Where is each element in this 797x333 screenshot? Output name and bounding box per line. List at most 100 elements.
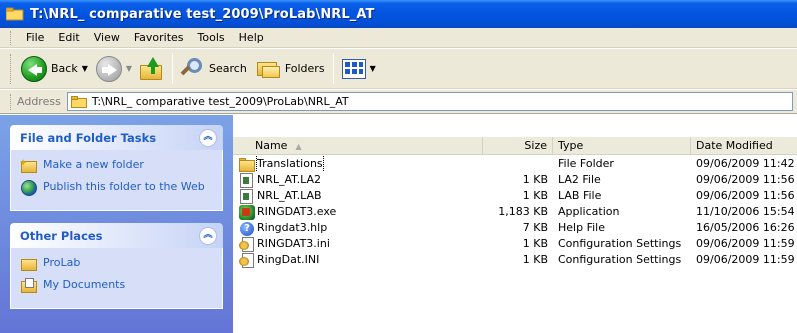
document-icon [239,172,255,188]
file-date: 11/10/2006 15:54 [696,205,795,218]
collapse-chevron-icon[interactable]: ︽ [199,128,217,147]
back-dropdown-icon[interactable]: ▼ [82,64,88,73]
views-icon [341,58,366,79]
collapse-chevron-icon[interactable]: ︽ [199,226,217,245]
file-type: Configuration Settings [558,253,682,266]
file-folder-tasks-title: File and Folder Tasks [20,130,157,145]
address-label: Address [17,95,61,108]
folders-button[interactable]: Folders [251,53,329,85]
file-row[interactable]: ? Ringdat3.hlp 7 KB Help File 16/05/2006 … [233,220,797,236]
toolbar-separator [332,53,334,84]
forward-arrow-icon [95,55,122,82]
file-row[interactable]: RINGDAT3.ini 1 KB Configuration Settings… [233,236,797,252]
task-label: Make a new folder [43,158,144,171]
folder-icon [5,7,24,21]
title-bar[interactable]: T:\NRL_ comparative test_2009\ProLab\NRL… [0,0,797,28]
config-settings-icon [239,252,255,268]
column-header-type[interactable]: Type [553,137,691,155]
menu-bar: File Edit View Favorites Tools Help [0,28,797,48]
file-date: 09/06/2009 11:56 [696,173,795,186]
file-rows: Translations File Folder 09/06/2009 11:4… [233,156,797,268]
task-publish-to-web[interactable]: Publish this folder to the Web [21,180,212,196]
views-dropdown-icon[interactable]: ▼ [370,64,376,73]
file-name: RINGDAT3.ini [257,237,330,250]
column-header-date-modified[interactable]: Date Modified [691,137,797,155]
task-pane: File and Folder Tasks ︽ ✦ Make a new fol… [0,115,233,333]
file-size: 1,183 KB [498,205,548,218]
folders-label: Folders [284,62,325,75]
file-row[interactable]: RINGDAT3.exe 1,183 KB Application 11/10/… [233,204,797,220]
forward-button[interactable]: ▼ [92,53,136,85]
file-name: RingDat.INI [257,253,320,266]
file-row[interactable]: Translations File Folder 09/06/2009 11:4… [233,156,797,172]
new-folder-icon: ✦ [19,158,37,174]
file-name: NRL_AT.LAB [257,189,322,202]
menubar-grip[interactable] [10,30,13,45]
addressbar-grip[interactable] [10,93,13,110]
file-date: 09/06/2009 11:42 [696,157,795,170]
toolbar-grip[interactable] [10,53,13,84]
views-button[interactable]: ▼ [338,53,380,85]
file-folder-tasks-header[interactable]: File and Folder Tasks ︽ [10,125,223,150]
menu-help[interactable]: Help [232,29,271,47]
address-input[interactable]: T:\NRL_ comparative test_2009\ProLab\NRL… [66,92,793,111]
up-folder-icon [140,56,164,81]
file-type: LA2 File [558,173,601,186]
file-size: 1 KB [522,173,548,186]
file-date: 09/06/2009 11:56 [696,189,795,202]
menu-tools[interactable]: Tools [191,29,232,47]
file-size: 7 KB [522,221,548,234]
other-places-header[interactable]: Other Places ︽ [10,223,223,248]
other-places-panel: Other Places ︽ ProLab My Documents [10,223,223,309]
file-type: Application [558,205,620,218]
sort-ascending-icon: ▲ [295,142,302,151]
other-places-body: ProLab My Documents [10,248,223,309]
place-label: My Documents [43,278,126,291]
folder-icon [70,95,87,108]
file-name: Translations [256,156,324,172]
menu-file[interactable]: File [19,29,51,47]
search-button[interactable]: Search [177,53,251,85]
file-type: Help File [558,221,605,234]
place-prolab[interactable]: ProLab [21,256,212,272]
menu-edit[interactable]: Edit [51,29,86,47]
file-name: RINGDAT3.exe [257,205,337,218]
help-file-icon: ? [239,221,255,236]
column-name-label: Name [255,139,288,152]
file-row[interactable]: NRL_AT.LA2 1 KB LA2 File 09/06/2009 11:5… [233,172,797,188]
column-header-row: Name ▲ Size Type Date Modified [233,137,797,155]
my-documents-icon [21,278,37,294]
menu-view[interactable]: View [87,29,127,47]
file-date: 09/06/2009 11:59 [696,253,795,266]
folders-icon [255,58,281,80]
other-places-title: Other Places [20,228,103,243]
menu-favorites[interactable]: Favorites [127,29,191,47]
column-header-size[interactable]: Size [483,137,553,155]
config-settings-icon [239,236,255,252]
back-arrow-icon [21,55,47,82]
standard-toolbar: Back ▼ ▼ Search Folders ▼ [0,49,797,89]
application-icon [239,204,255,220]
address-path: T:\NRL_ comparative test_2009\ProLab\NRL… [91,95,349,108]
file-type: LAB File [558,189,602,202]
forward-dropdown-icon[interactable]: ▼ [126,64,132,73]
file-size: 1 KB [522,189,548,202]
file-name: NRL_AT.LA2 [257,173,321,186]
search-label: Search [209,62,247,75]
file-row[interactable]: RingDat.INI 1 KB Configuration Settings … [233,252,797,268]
task-make-new-folder[interactable]: ✦ Make a new folder [19,158,212,174]
address-bar: Address T:\NRL_ comparative test_2009\Pr… [0,90,797,114]
file-size [483,156,553,172]
folder-icon [239,157,255,172]
search-icon [180,57,205,81]
folder-icon [21,256,37,272]
up-folder-button[interactable] [136,53,168,85]
window-title: T:\NRL_ comparative test_2009\ProLab\NRL… [30,6,375,22]
column-header-name[interactable]: Name ▲ [233,137,483,155]
file-folder-tasks-panel: File and Folder Tasks ︽ ✦ Make a new fol… [10,125,223,211]
back-button[interactable]: Back ▼ [17,53,92,85]
file-row[interactable]: NRL_AT.LAB 1 KB LAB File 09/06/2009 11:5… [233,188,797,204]
file-list[interactable]: Name ▲ Size Type Date Modified Translatio… [233,115,797,333]
file-date: 16/05/2006 16:26 [696,221,795,234]
place-my-documents[interactable]: My Documents [21,278,212,294]
